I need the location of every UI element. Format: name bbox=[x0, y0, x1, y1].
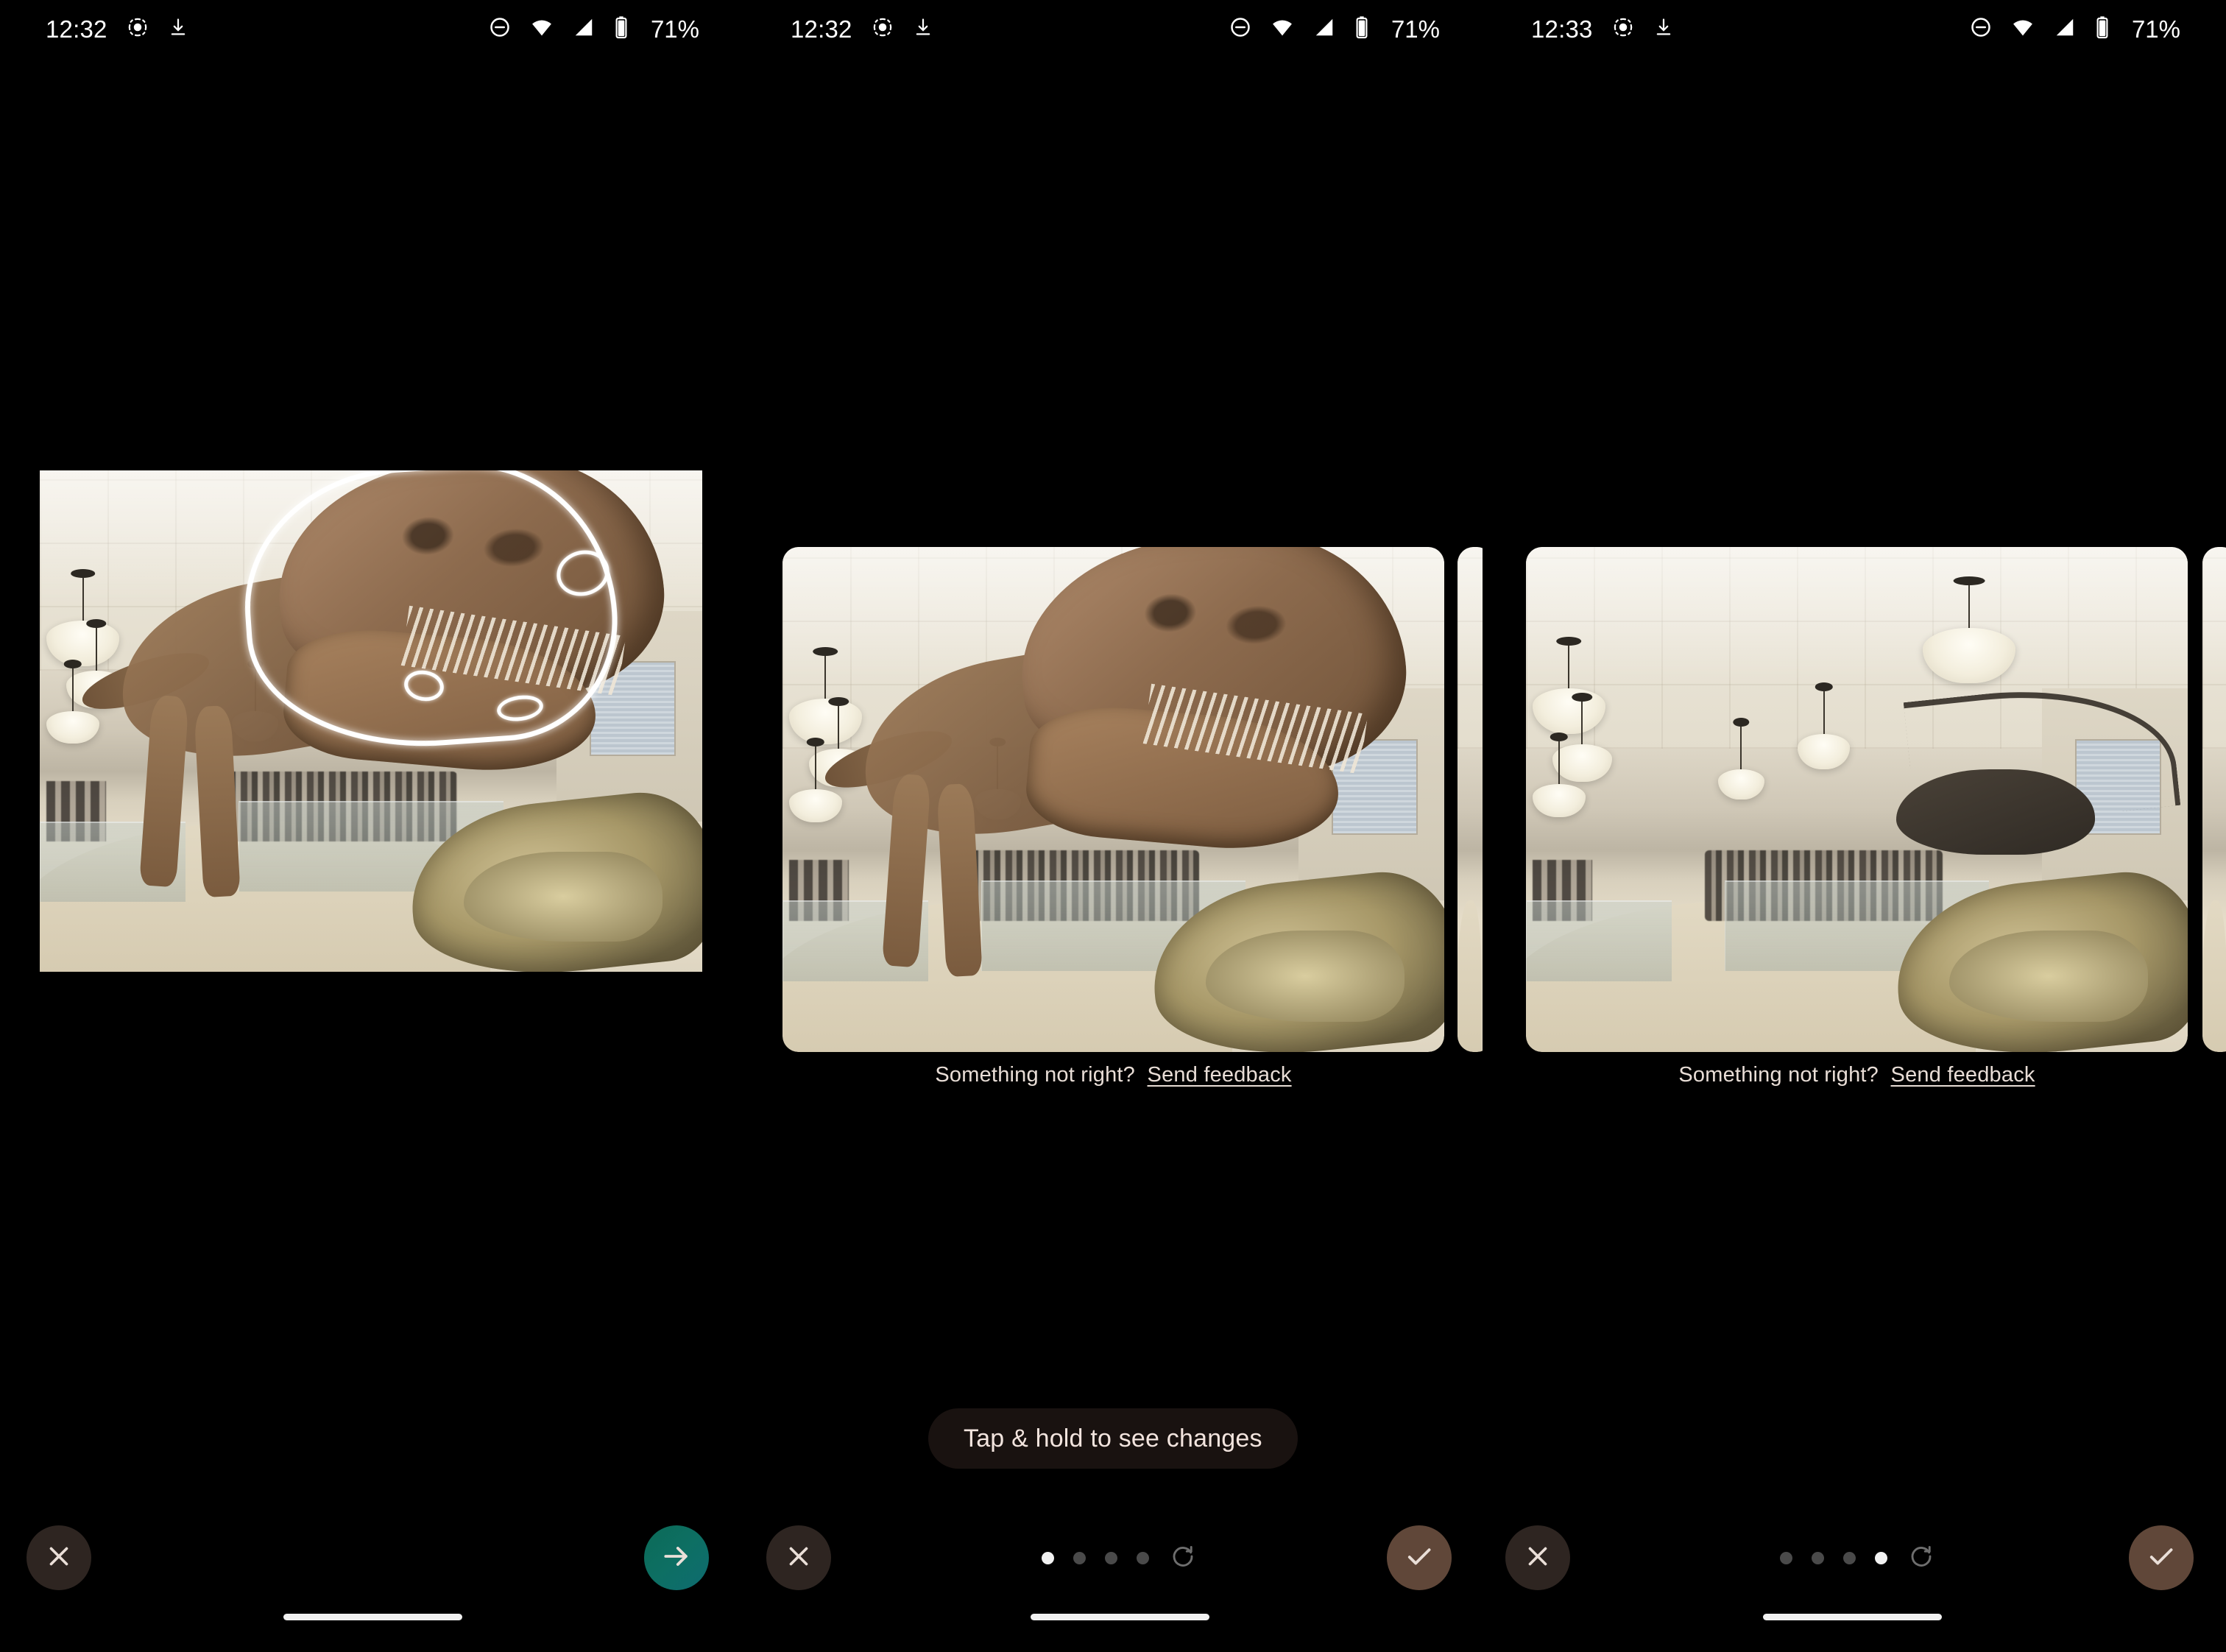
sand-floor bbox=[1458, 900, 1482, 1052]
status-time: 12:32 bbox=[46, 15, 107, 43]
panel-divider bbox=[1483, 0, 1485, 1652]
status-bar-right: 71% bbox=[489, 15, 699, 43]
signal-icon bbox=[1313, 16, 1335, 42]
status-bar: 12:32 71% bbox=[0, 0, 745, 57]
home-indicator[interactable] bbox=[283, 1614, 462, 1620]
accept-button[interactable] bbox=[1387, 1525, 1452, 1590]
wifi-icon bbox=[2011, 15, 2035, 43]
photo-erased-card[interactable] bbox=[1526, 547, 2188, 1052]
page-dot[interactable] bbox=[1073, 1551, 1086, 1564]
page-dot[interactable] bbox=[1812, 1551, 1824, 1564]
hanging-lamp bbox=[1552, 744, 1612, 782]
next-button[interactable] bbox=[644, 1525, 709, 1590]
feedback-prompt: Something not right? bbox=[935, 1063, 1135, 1087]
close-button[interactable] bbox=[26, 1525, 91, 1590]
page-dot[interactable] bbox=[1042, 1551, 1054, 1564]
dnd-icon bbox=[1970, 16, 1992, 42]
home-indicator[interactable] bbox=[1763, 1614, 1942, 1620]
screen-record-icon bbox=[1612, 16, 1634, 42]
sand-floor bbox=[2202, 900, 2226, 1052]
panel-divider bbox=[742, 0, 745, 1652]
feedback-prompt: Something not right? bbox=[1678, 1063, 1879, 1087]
screen-record-icon bbox=[872, 16, 894, 42]
museum-scene bbox=[40, 470, 702, 972]
status-bar-left: 12:33 bbox=[1531, 16, 1674, 42]
status-time: 12:32 bbox=[791, 15, 852, 43]
hanging-lamp bbox=[1717, 769, 1764, 799]
sauropod-body bbox=[1896, 769, 2096, 855]
close-button[interactable] bbox=[1505, 1525, 1570, 1590]
museum-scene bbox=[782, 547, 1444, 1052]
close-icon bbox=[1522, 1541, 1553, 1575]
trex-skeleton bbox=[40, 470, 702, 972]
download-icon bbox=[913, 17, 933, 41]
trex-skeleton bbox=[782, 547, 1444, 1052]
status-time: 12:33 bbox=[1531, 15, 1593, 43]
feedback-line: Something not right? Send feedback bbox=[1526, 1065, 2188, 1086]
museum-scene-erased bbox=[1526, 547, 2188, 1052]
signal-icon bbox=[2054, 16, 2076, 42]
battery-percent: 71% bbox=[2131, 15, 2180, 43]
feedback-line: Something not right? Send feedback bbox=[782, 1065, 1444, 1086]
send-feedback-link[interactable]: Send feedback bbox=[1148, 1063, 1292, 1087]
battery-icon bbox=[614, 15, 629, 43]
battery-percent: 71% bbox=[650, 15, 699, 43]
photo-result-card[interactable] bbox=[782, 547, 1444, 1052]
redo-icon[interactable] bbox=[1170, 1543, 1196, 1573]
hanging-lamp bbox=[1532, 784, 1586, 817]
download-icon bbox=[168, 17, 188, 41]
send-feedback-link[interactable]: Send feedback bbox=[1891, 1063, 2035, 1087]
dnd-icon bbox=[489, 16, 511, 42]
wifi-icon bbox=[1271, 15, 1294, 43]
status-bar-right: 71% bbox=[1970, 15, 2180, 43]
photo-with-selection[interactable] bbox=[40, 470, 702, 972]
accept-button-right[interactable] bbox=[2129, 1525, 2194, 1590]
page-dot[interactable] bbox=[1105, 1551, 1117, 1564]
status-bar-left: 12:32 bbox=[791, 16, 933, 42]
glass-railing bbox=[1526, 900, 1672, 981]
page-dot[interactable] bbox=[1137, 1551, 1149, 1564]
page-indicator[interactable] bbox=[1780, 1543, 1935, 1572]
status-bar-left: 12:32 bbox=[46, 16, 188, 42]
battery-icon bbox=[1354, 15, 1369, 43]
photo-carousel-peek[interactable] bbox=[2202, 547, 2226, 1052]
dnd-icon bbox=[1229, 16, 1251, 42]
page-indicator[interactable] bbox=[1042, 1543, 1196, 1572]
hanging-lamp bbox=[1797, 733, 1851, 769]
check-icon bbox=[2145, 1540, 2177, 1576]
battery-percent: 71% bbox=[1391, 15, 1440, 43]
museum-scene-peek bbox=[2202, 547, 2226, 1052]
battery-icon bbox=[2095, 15, 2110, 43]
close-button[interactable] bbox=[766, 1525, 831, 1590]
screen-root: 12:32 71% 12:32 71% Something not right?… bbox=[0, 0, 2226, 1652]
page-dot[interactable] bbox=[1875, 1551, 1887, 1564]
check-icon bbox=[1403, 1540, 1435, 1576]
page-dot[interactable] bbox=[1780, 1551, 1792, 1564]
signal-icon bbox=[573, 16, 595, 42]
page-dot[interactable] bbox=[1843, 1551, 1856, 1564]
close-icon bbox=[783, 1541, 814, 1575]
triceratops-skull bbox=[1949, 931, 2149, 1022]
download-icon bbox=[1653, 17, 1674, 41]
ceiling bbox=[2202, 547, 2226, 749]
arrow-right-icon bbox=[660, 1540, 693, 1576]
wifi-icon bbox=[530, 15, 554, 43]
tap-and-hold-hint[interactable]: Tap & hold to see changes bbox=[928, 1408, 1298, 1469]
redo-icon[interactable] bbox=[1908, 1543, 1935, 1573]
hint-label: Tap & hold to see changes bbox=[964, 1424, 1262, 1452]
home-indicator[interactable] bbox=[1031, 1614, 1209, 1620]
close-icon bbox=[43, 1541, 74, 1575]
status-bar: 12:33 71% bbox=[1485, 0, 2226, 57]
screen-record-icon bbox=[127, 16, 149, 42]
status-bar-right: 71% bbox=[1229, 15, 1440, 43]
status-bar: 12:32 71% bbox=[745, 0, 1485, 57]
